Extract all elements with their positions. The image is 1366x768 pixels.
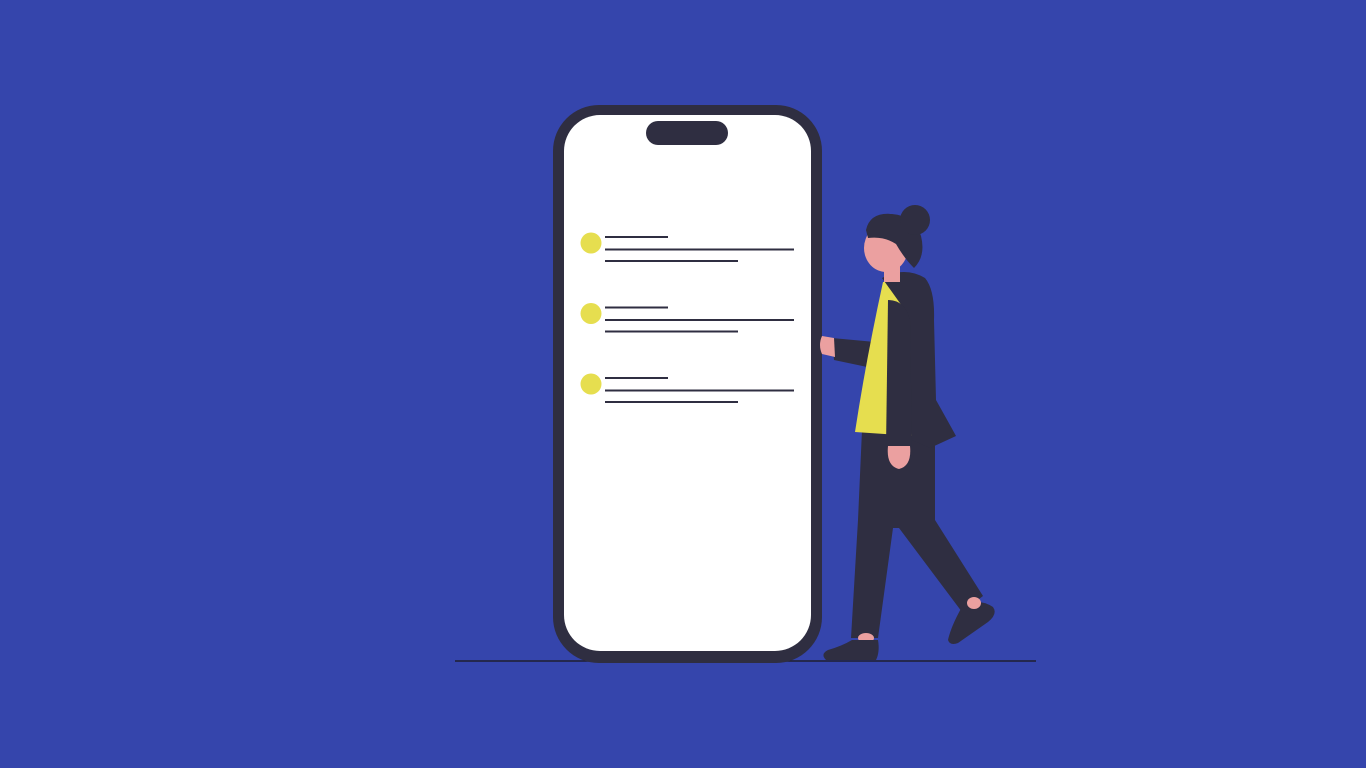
- bullet-dot-icon: [580, 373, 602, 395]
- woman-walking-figure: [820, 205, 995, 660]
- hair-bun: [900, 205, 930, 235]
- illustration-svg: [455, 105, 1036, 663]
- front-shoe: [823, 640, 879, 660]
- extended-hand: [820, 336, 835, 357]
- back-leg: [893, 520, 983, 612]
- bullet-dot-icon: [580, 303, 602, 324]
- back-ankle: [967, 597, 981, 609]
- bullet-dot-icon: [580, 232, 602, 254]
- phone-notch: [646, 121, 728, 145]
- jacket-arm: [886, 300, 912, 448]
- illustration-scene: [0, 0, 1366, 768]
